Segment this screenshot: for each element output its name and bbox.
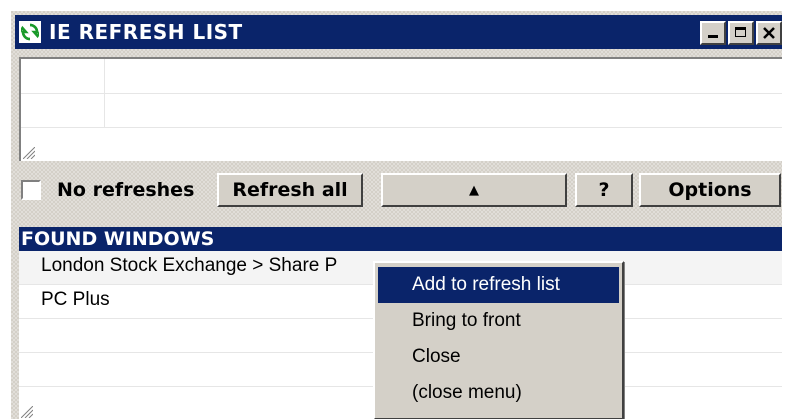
move-up-button[interactable]: ▲ xyxy=(381,173,567,207)
no-refreshes-checkbox[interactable] xyxy=(21,180,41,200)
menu-item-add-to-refresh-list[interactable]: Add to refresh list xyxy=(378,267,619,303)
menu-item-bring-to-front[interactable]: Bring to front xyxy=(378,303,619,339)
context-menu: Add to refresh list Bring to front Close… xyxy=(373,261,624,419)
minimize-icon[interactable] xyxy=(700,21,726,45)
no-refreshes-label: No refreshes xyxy=(57,179,195,201)
maximize-icon[interactable] xyxy=(728,21,754,45)
found-windows-header: FOUND WINDOWS xyxy=(19,227,782,251)
resize-grip-icon[interactable] xyxy=(23,147,35,159)
refresh-icon xyxy=(19,21,41,43)
title-bar[interactable]: IE REFRESH LIST xyxy=(15,15,782,49)
row-divider xyxy=(21,93,782,94)
refresh-list[interactable] xyxy=(19,57,782,161)
menu-item-close-menu[interactable]: (close menu) xyxy=(378,375,619,411)
ie-refresh-list-window: IE REFRESH LIST No refreshes Refresh all… xyxy=(10,10,782,419)
options-button[interactable]: Options xyxy=(639,173,781,207)
refresh-all-button[interactable]: Refresh all xyxy=(217,173,363,207)
window-title: IE REFRESH LIST xyxy=(49,20,243,44)
menu-item-close[interactable]: Close xyxy=(378,339,619,375)
close-icon[interactable] xyxy=(756,21,782,45)
window-controls xyxy=(700,21,782,45)
row-divider xyxy=(21,127,782,128)
resize-grip-icon[interactable] xyxy=(21,406,33,418)
toolbar: No refreshes Refresh all ▲ ? Options xyxy=(19,173,782,207)
help-button[interactable]: ? xyxy=(575,173,633,207)
